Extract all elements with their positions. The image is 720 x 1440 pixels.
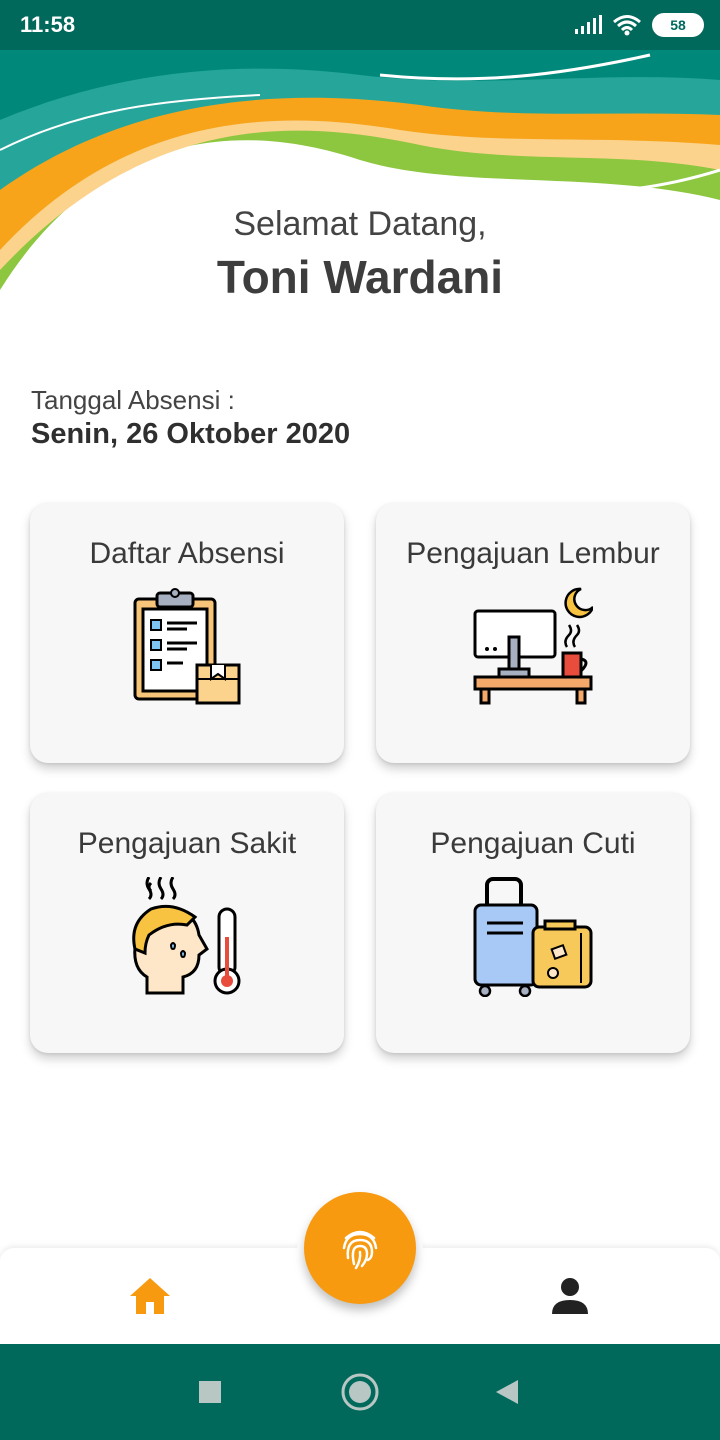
attendance-date-label: Tanggal Absensi : bbox=[31, 385, 235, 415]
user-name: Toni Wardani bbox=[216, 251, 504, 303]
card-title: Pengajuan Sakit bbox=[77, 827, 297, 860]
welcome-text: Selamat Datang, bbox=[233, 205, 487, 243]
fingerprint-button[interactable] bbox=[304, 1192, 416, 1304]
profile-icon[interactable] bbox=[550, 1276, 590, 1316]
battery-icon: 58 bbox=[652, 13, 704, 37]
menu-card-pengajuan-sakit[interactable]: Pengajuan Sakit bbox=[30, 793, 344, 1053]
status-icons: 58 bbox=[574, 12, 704, 38]
wifi-icon bbox=[613, 15, 641, 36]
desk-night-overtime-icon bbox=[473, 587, 593, 705]
home-icon[interactable] bbox=[128, 1276, 172, 1316]
sick-fever-thermometer-icon bbox=[132, 877, 241, 995]
home-system-icon[interactable] bbox=[340, 1372, 380, 1412]
signal-icon bbox=[575, 15, 602, 34]
card-title: Pengajuan Lembur bbox=[406, 537, 660, 570]
menu-card-pengajuan-lembur[interactable]: Pengajuan Lembur bbox=[376, 503, 690, 763]
luggage-suitcase-icon bbox=[473, 877, 593, 997]
menu-card-pengajuan-cuti[interactable]: Pengajuan Cuti bbox=[376, 793, 690, 1053]
attendance-date: Senin, 26 Oktober 2020 bbox=[31, 418, 351, 450]
status-bar: 11:58 58 bbox=[0, 0, 720, 50]
card-title: Daftar Absensi bbox=[89, 537, 285, 570]
back-icon[interactable] bbox=[494, 1378, 520, 1406]
recent-apps-icon[interactable] bbox=[198, 1380, 222, 1404]
card-title: Pengajuan Cuti bbox=[430, 827, 636, 860]
menu-card-daftar-absensi[interactable]: Daftar Absensi bbox=[30, 503, 344, 763]
clipboard-checklist-icon bbox=[133, 588, 241, 705]
fingerprint-icon bbox=[342, 1230, 378, 1270]
status-time: 11:58 bbox=[20, 12, 76, 37]
